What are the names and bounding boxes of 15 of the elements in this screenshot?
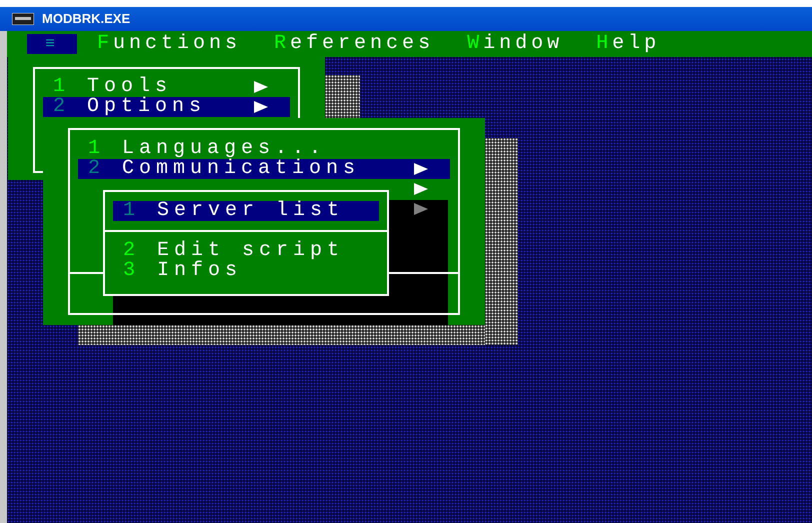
system-menu-button[interactable]: ≡	[27, 34, 77, 54]
menu-item[interactable]: 1 Server list	[113, 201, 379, 221]
menu-bar-item[interactable]: H elp	[596, 32, 660, 56]
menu-item[interactable]: 3 Infos	[113, 261, 379, 281]
menu-bar-item[interactable]: R eferences	[274, 32, 434, 56]
menu-item[interactable]: 1 Tools	[43, 77, 290, 97]
menu-item[interactable]: 2 Communications	[78, 159, 450, 179]
menu-bar-item[interactable]: W indow	[467, 32, 564, 56]
menu-item[interactable]: 1 Languages...	[78, 139, 450, 159]
menu-bar-item[interactable]: F unctions	[97, 32, 242, 56]
menu-shadow	[325, 75, 360, 120]
console-icon	[12, 13, 34, 25]
menu-item[interactable]: 2 Options	[43, 97, 290, 117]
window-title: MODBRK.EXE	[42, 10, 130, 28]
menu-item[interactable]: 2 Edit script	[113, 241, 379, 261]
